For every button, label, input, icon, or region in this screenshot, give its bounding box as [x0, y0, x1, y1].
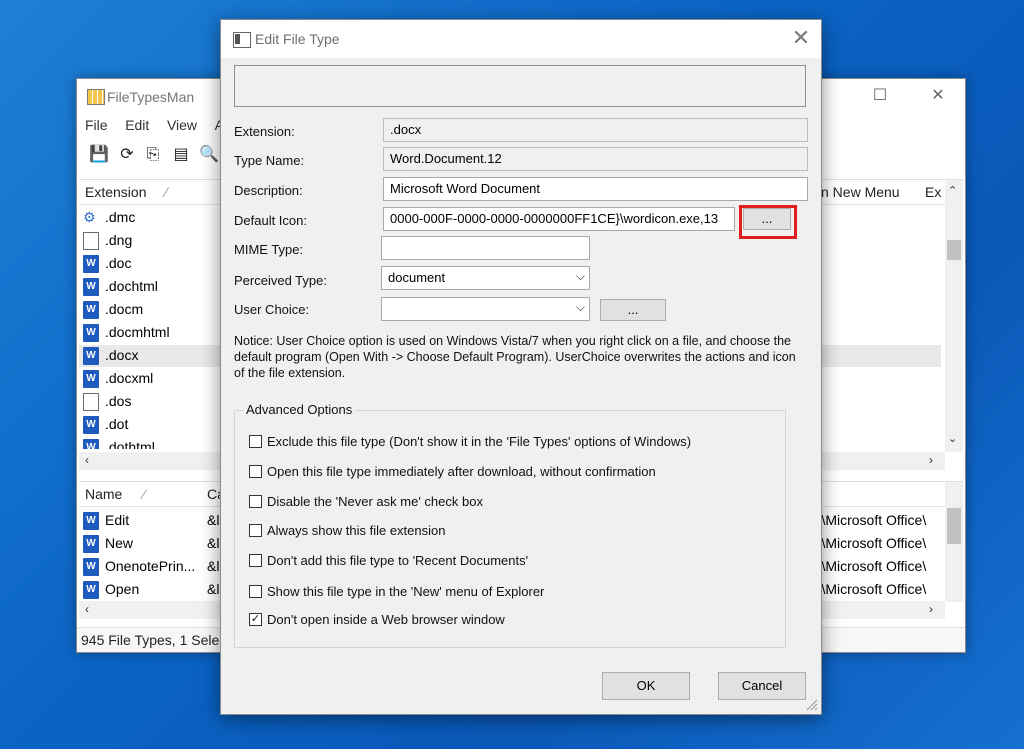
scroll-right-icon[interactable]: ›	[929, 602, 933, 616]
word-file-icon: W	[83, 278, 99, 296]
menu-edit[interactable]: Edit	[125, 117, 149, 133]
word-file-icon: W	[83, 416, 99, 434]
edit-file-type-dialog: Edit File Type ✕ Extension: .docx Type N…	[220, 19, 822, 715]
default-icon-label: Default Icon:	[234, 213, 307, 228]
refresh-icon[interactable]: ⟳	[117, 145, 137, 165]
word-file-icon: W	[83, 255, 99, 273]
blank-file-icon	[83, 393, 99, 411]
copy-icon[interactable]: ⎘	[143, 145, 163, 165]
column-name[interactable]: Name	[85, 486, 122, 502]
column-new-menu[interactable]: n New Menu	[821, 184, 900, 200]
scroll-left-icon[interactable]: ‹	[85, 453, 89, 467]
perceived-type-label: Perceived Type:	[234, 273, 327, 288]
word-icon: W	[83, 512, 99, 530]
scroll-thumb[interactable]	[947, 240, 961, 260]
settings-file-icon: ⚙	[83, 209, 96, 225]
mime-type-input[interactable]	[381, 236, 590, 260]
checkbox-box[interactable]	[249, 554, 262, 567]
icon-preview-box	[234, 65, 806, 107]
column-ex[interactable]: Ex	[925, 184, 941, 200]
checkbox-box[interactable]	[249, 585, 262, 598]
dialog-title: Edit File Type	[255, 31, 340, 47]
dialog-icon	[233, 32, 251, 48]
properties-icon[interactable]: ▤	[171, 145, 191, 165]
word-file-icon: W	[83, 301, 99, 319]
checkbox-box[interactable]	[249, 435, 262, 448]
checkbox-box[interactable]	[249, 465, 262, 478]
find-icon[interactable]: 🔍	[199, 145, 219, 165]
checkbox-checked[interactable]: ✓	[249, 613, 262, 626]
resize-grip-icon[interactable]	[806, 699, 818, 711]
menu-file[interactable]: File	[85, 117, 108, 133]
extension-field: .docx	[383, 118, 808, 142]
vertical-scrollbar[interactable]: ⌃ ⌄	[945, 180, 963, 452]
app-icon	[87, 89, 105, 105]
word-file-icon: W	[83, 347, 99, 365]
sort-icon: ⁄	[165, 184, 168, 200]
word-icon: W	[83, 558, 99, 576]
advanced-options-group: Advanced Options Exclude this file type …	[234, 402, 786, 648]
scroll-right-icon[interactable]: ›	[929, 453, 933, 467]
extension-label: Extension:	[234, 124, 295, 139]
word-file-icon: W	[83, 324, 99, 342]
description-input[interactable]: Microsoft Word Document	[383, 177, 808, 201]
window-title: FileTypesMan	[107, 89, 195, 105]
scroll-left-icon[interactable]: ‹	[85, 602, 89, 616]
image-file-icon	[83, 232, 99, 250]
type-name-label: Type Name:	[234, 153, 305, 168]
word-file-icon: W	[83, 439, 99, 449]
word-icon: W	[83, 535, 99, 553]
type-name-field: Word.Document.12	[383, 147, 808, 171]
dialog-title-bar: Edit File Type ✕	[221, 20, 821, 58]
highlight-box	[739, 205, 797, 239]
menu-view[interactable]: View	[167, 117, 197, 133]
chevron-down-icon[interactable]: ⌵	[576, 300, 585, 315]
perceived-type-value: document	[388, 270, 446, 285]
column-extension[interactable]: Extension	[85, 184, 146, 200]
close-icon[interactable]: ✕	[789, 26, 813, 50]
user-choice-select[interactable]: ⌵	[381, 297, 590, 321]
word-icon: W	[83, 581, 99, 599]
notice-text: Notice: User Choice option is used on Wi…	[234, 334, 796, 380]
maximize-icon[interactable]: ☐	[865, 85, 895, 107]
vertical-scrollbar[interactable]	[945, 482, 963, 602]
user-choice-label: User Choice:	[234, 302, 310, 317]
word-file-icon: W	[83, 370, 99, 388]
cancel-button[interactable]: Cancel	[718, 672, 806, 700]
description-label: Description:	[234, 183, 303, 198]
save-icon[interactable]: 💾	[89, 145, 109, 165]
perceived-type-select[interactable]: document ⌵	[381, 266, 590, 290]
status-text: 945 File Types, 1 Select	[81, 632, 231, 648]
scroll-down-icon[interactable]: ⌄	[948, 432, 957, 445]
close-icon[interactable]: ✕	[923, 85, 953, 107]
ok-button[interactable]: OK	[602, 672, 690, 700]
scroll-thumb[interactable]	[947, 508, 961, 544]
sort-icon: ⁄	[143, 486, 146, 502]
user-choice-browse-button[interactable]: ...	[600, 299, 666, 321]
scroll-up-icon[interactable]: ⌃	[948, 184, 957, 197]
mime-type-label: MIME Type:	[234, 242, 304, 257]
advanced-options-title: Advanced Options	[243, 402, 356, 417]
checkbox-box[interactable]	[249, 524, 262, 537]
default-icon-input[interactable]: 0000-000F-0000-0000-0000000FF1CE}\wordic…	[383, 207, 735, 231]
checkbox-box[interactable]	[249, 495, 262, 508]
chevron-down-icon[interactable]: ⌵	[576, 269, 585, 284]
